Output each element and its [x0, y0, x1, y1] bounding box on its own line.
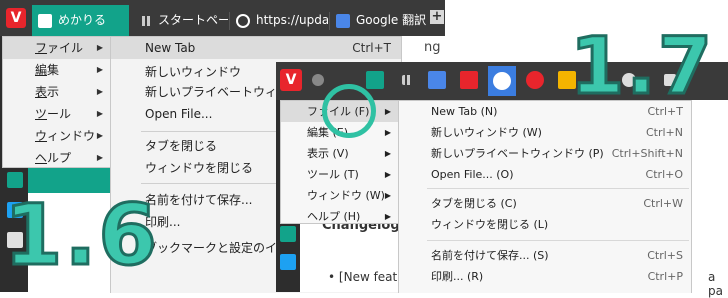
vivaldi-menu-button[interactable]: V	[6, 8, 26, 28]
menu-item-help[interactable]: ヘルプ ▶	[3, 147, 111, 169]
globe-icon	[493, 72, 511, 90]
speed-dial-icon[interactable]	[402, 75, 412, 85]
submenu-close-window[interactable]: ウィンドウを閉じる (L)	[399, 214, 691, 235]
submenu-close-tab[interactable]: タブを閉じる (C) Ctrl+W	[399, 193, 691, 214]
tab-start-page[interactable]: スタートペー	[136, 5, 228, 36]
menu-item-help[interactable]: ヘルプ (H) ▶	[281, 206, 399, 227]
tab-label: Google 翻訳	[356, 13, 426, 27]
google-translate-icon[interactable]	[428, 71, 446, 89]
tab-mekariru[interactable]: めかりる	[32, 5, 129, 36]
tab-icon[interactable]	[312, 74, 324, 86]
submenu-save-as[interactable]: 名前を付けて保存... (S) Ctrl+S	[399, 245, 691, 266]
main-menu: ファイル ▶ 編集 ▶ 表示 ▶ ツール ▶ ウィンドウ ▶ ヘルプ ▶	[2, 36, 112, 168]
tab-google-translate[interactable]: Google 翻訳	[330, 5, 426, 36]
menu-item-window[interactable]: ウィンドウ (W) ▶	[281, 185, 399, 206]
media-tab-icon[interactable]	[526, 71, 544, 89]
menu-divider	[427, 240, 689, 241]
menu-divider	[427, 188, 689, 189]
page-bullet-tail: a pa	[708, 270, 723, 298]
mekariru-tab-icon[interactable]	[366, 71, 384, 89]
new-version-label: 1.7	[568, 21, 715, 114]
new-tab-button[interactable]: +	[430, 10, 444, 24]
tab-label: めかりる	[58, 13, 107, 27]
twitter-panel-icon[interactable]	[280, 254, 296, 270]
submenu-new-tab[interactable]: New Tab Ctrl+T	[111, 37, 401, 59]
menu-item-window[interactable]: ウィンドウ ▶	[3, 125, 111, 147]
submenu-new-private-window[interactable]: 新しいプライベートウィンドウ (P) Ctrl+Shift+N	[399, 143, 691, 164]
menu-item-view[interactable]: 表示 (V) ▶	[281, 143, 399, 164]
page-text-fragment: ng	[424, 40, 441, 55]
google-translate-icon	[336, 13, 350, 28]
vivaldi-tab-icon[interactable]	[460, 71, 478, 89]
tab-label: https://updat	[256, 13, 328, 27]
mekariru-panel-icon[interactable]	[280, 226, 296, 242]
mekariru-favicon	[38, 13, 52, 28]
highlight-ring	[322, 84, 376, 138]
menu-item-tools[interactable]: ツール (T) ▶	[281, 164, 399, 185]
menu-item-view[interactable]: 表示 ▶	[3, 81, 111, 103]
old-version-label: 1.6	[3, 185, 159, 286]
globe-icon	[236, 13, 250, 28]
submenu-new-window[interactable]: 新しいウィンドウ (W) Ctrl+N	[399, 122, 691, 143]
tab-update[interactable]: https://updat	[230, 5, 328, 36]
tab-label: スタートペー	[158, 13, 228, 27]
vivaldi-menu-button[interactable]: V	[280, 69, 302, 91]
file-submenu: New Tab (N) Ctrl+T 新しいウィンドウ (W) Ctrl+N 新しい…	[398, 100, 692, 293]
menu-item-file[interactable]: ファイル ▶	[3, 37, 111, 59]
menu-item-edit[interactable]: 編集 ▶	[3, 59, 111, 81]
submenu-open-file[interactable]: Open File... (O) Ctrl+O	[399, 164, 691, 185]
submenu-print[interactable]: 印刷... (R) Ctrl+P	[399, 266, 691, 287]
speed-dial-icon	[142, 15, 152, 26]
menu-item-tools[interactable]: ツール ▶	[3, 103, 111, 125]
